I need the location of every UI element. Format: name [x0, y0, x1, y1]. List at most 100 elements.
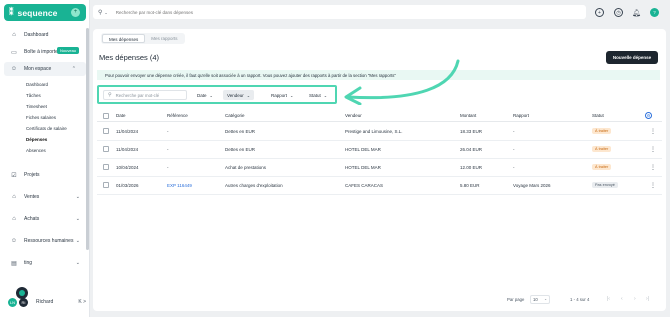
new-feature-badge: Nouveau — [57, 47, 80, 54]
last-page-icon[interactable]: ›| — [646, 296, 649, 302]
receipt-icon: ▤ — [11, 260, 17, 267]
add-icon[interactable]: + — [595, 8, 604, 17]
sidebar-item-dashboard[interactable]: ⌂ Dashboard — [0, 28, 90, 42]
tab-mes-depenses[interactable]: Mes dépenses — [102, 34, 146, 43]
sub-item-certificats[interactable]: Certificats de salaire — [0, 123, 90, 134]
chevron-down-icon[interactable]: ⌄ — [76, 260, 80, 266]
cell-report: - — [513, 129, 515, 134]
sub-item-absences[interactable]: Absences — [0, 145, 90, 156]
sidebar: ⁑ sequence + ⌂ Dashboard ▭ Boîte à impor… — [0, 0, 90, 317]
col-date[interactable]: Date — [116, 113, 126, 118]
brand-logo[interactable]: ⁑ sequence + — [4, 4, 86, 21]
col-amount[interactable]: Montant — [460, 113, 476, 118]
cell-reference: - — [167, 147, 169, 152]
column-settings-icon[interactable]: ⚙ — [645, 112, 652, 119]
clock-icon[interactable]: ◷ — [614, 8, 623, 17]
cell-amount: 5.80 EUR — [460, 183, 480, 188]
topbar: ⚲ ⌄ + ◷ 🔔︎ ? — [90, 0, 670, 25]
sidebar-item-ventes[interactable]: ⌂ Ventes ⌄ — [0, 190, 90, 204]
page-range: 1 - 4 sur 4 — [570, 297, 590, 302]
per-page-select[interactable]: 10 ⌄ — [530, 295, 550, 304]
collapse-sidebar-icon[interactable]: K > — [78, 299, 86, 305]
col-category[interactable]: Catégorie — [225, 113, 245, 118]
cell-category: Achat de prestations — [225, 165, 267, 170]
sidebar-item-mon-espace[interactable]: ☺ Mon espace ⌃ — [4, 62, 86, 76]
row-menu-icon[interactable]: ⋮ — [650, 146, 656, 153]
select-all-checkbox[interactable] — [103, 113, 109, 119]
col-status[interactable]: Statut — [592, 113, 604, 118]
table-row[interactable]: 11/04/2024 - Dettes en EUR HOTEL DEL MAR… — [97, 141, 662, 159]
check-square-icon: ☑ — [11, 172, 17, 179]
filter-report[interactable]: Rapport ⌄ — [267, 90, 297, 100]
sidebar-scrollbar[interactable] — [86, 28, 89, 250]
tab-mes-rapports[interactable]: Mes rapports — [145, 34, 183, 43]
row-menu-icon[interactable]: ⋮ — [650, 182, 656, 189]
cell-date: 10/04/2024 — [116, 165, 139, 170]
cell-report: - — [513, 165, 515, 170]
row-menu-icon[interactable]: ⋮ — [650, 128, 656, 135]
search-icon: ⚲ — [108, 92, 112, 98]
new-expense-button[interactable]: Nouvelle dépense — [606, 51, 658, 64]
sidebar-item-achats[interactable]: ⌂ Achats ⌄ — [0, 212, 90, 226]
table-row[interactable]: 01/03/2026 EXP 116449 Autres charges d'e… — [97, 177, 662, 195]
sub-item-dashboard[interactable]: Dashboard — [0, 79, 90, 90]
cart-icon: ⌂ — [12, 216, 16, 222]
cell-vendor: Prestige and Limousine, S.L. — [345, 129, 403, 134]
home-icon: ⌂ — [12, 32, 16, 38]
row-checkbox[interactable] — [103, 128, 109, 134]
filter-report-label: Rapport — [271, 92, 288, 98]
row-checkbox[interactable] — [103, 146, 109, 152]
col-vendor[interactable]: Vendeur — [345, 113, 362, 118]
user-name: Richard — [36, 299, 54, 305]
sidebar-item-label: Boîte à importer — [24, 49, 60, 55]
filter-vendor-label: Vendeur — [227, 92, 244, 98]
col-report[interactable]: Rapport — [513, 113, 529, 118]
filter-status-label: Statut — [309, 92, 321, 98]
chevron-down-icon[interactable]: ⌄ — [104, 10, 107, 15]
sidebar-item-label: Ressources humaines — [24, 238, 74, 244]
chevron-down-icon[interactable]: ⌄ — [76, 216, 80, 222]
sidebar-item-label: Achats — [24, 216, 40, 222]
filter-vendor[interactable]: Vendeur ⌄ — [223, 90, 255, 100]
annotation-arrow-icon — [344, 59, 460, 105]
brand-badge-icon[interactable]: + — [71, 8, 80, 17]
per-page-label: Par page — [507, 297, 525, 302]
sub-item-taches[interactable]: Tâches — [0, 90, 90, 101]
user-menu[interactable]: LN RI Richard K > — [8, 296, 86, 308]
sidebar-item-label: Mon espace — [24, 66, 52, 72]
status-badge: À traiter — [592, 164, 612, 170]
next-page-icon[interactable]: › — [634, 296, 636, 302]
status-badge: Pas envoyé — [592, 182, 618, 188]
filter-date[interactable]: Date ⌄ — [193, 90, 217, 100]
cell-reference-link[interactable]: EXP 116449 — [167, 183, 192, 188]
cell-reference: - — [167, 129, 169, 134]
help-avatar[interactable]: ? — [650, 8, 659, 17]
sub-item-timesheet[interactable]: Timesheet — [0, 101, 90, 112]
sub-item-fiches-salaires[interactable]: Fiches salaires — [0, 112, 90, 123]
col-reference[interactable]: Référence — [167, 113, 188, 118]
bell-icon[interactable]: 🔔︎ — [632, 8, 641, 17]
filter-status[interactable]: Statut ⌄ — [305, 90, 331, 100]
row-checkbox[interactable] — [103, 164, 109, 170]
sidebar-item-rh[interactable]: ☺ Ressources humaines ⌄ — [0, 234, 90, 248]
row-menu-icon[interactable]: ⋮ — [650, 164, 656, 171]
table-row[interactable]: 11/04/2024 - Dettes en EUR Prestige and … — [97, 123, 662, 141]
cell-vendor: CAFES CARACAS — [345, 183, 384, 188]
table-row[interactable]: 10/04/2024 - Achat de prestations HOTEL … — [97, 159, 662, 177]
row-checkbox[interactable] — [103, 182, 109, 188]
prev-page-icon[interactable]: ‹ — [621, 296, 623, 302]
global-search[interactable]: ⚲ ⌄ — [93, 5, 586, 19]
sidebar-item-projets[interactable]: ☑ Projets — [0, 168, 90, 182]
filter-search-input[interactable]: ⚲ Recherche par mot-clé — [103, 90, 187, 100]
chevron-down-icon[interactable]: ⌄ — [76, 238, 80, 244]
chevron-down-icon: ⌄ — [544, 297, 547, 301]
global-search-input[interactable] — [115, 9, 496, 15]
cell-amount: 26.04 EUR — [460, 147, 483, 152]
sidebar-item-label: Projets — [24, 172, 40, 178]
chevron-up-icon[interactable]: ⌃ — [72, 66, 76, 72]
chevron-down-icon[interactable]: ⌄ — [76, 194, 80, 200]
first-page-icon[interactable]: |‹ — [607, 296, 610, 302]
sidebar-item-billing[interactable]: ▤ ting ⌄ — [0, 256, 90, 270]
sidebar-nav: ⌂ Dashboard ▭ Boîte à importer ⌄ ☺ Mon e… — [0, 28, 90, 270]
sub-item-depenses[interactable]: Dépenses — [0, 134, 90, 145]
